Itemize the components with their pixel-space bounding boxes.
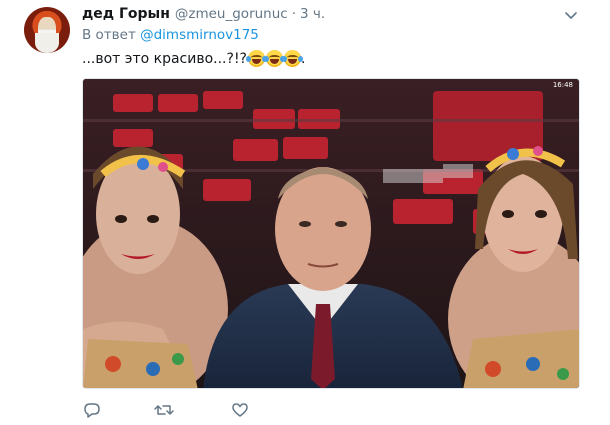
like-icon[interactable] <box>230 401 250 419</box>
tweet-actions <box>82 400 250 420</box>
photo-illustration <box>83 79 579 388</box>
retweet-icon[interactable] <box>154 401 174 419</box>
tweet-time[interactable]: 3 ч. <box>300 6 325 22</box>
chevron-down-icon[interactable] <box>563 8 579 22</box>
reply-icon[interactable] <box>82 401 102 419</box>
status-time: 16:48 <box>552 81 573 89</box>
avatar-beard <box>35 33 59 53</box>
reply-prefix: В ответ <box>82 27 136 43</box>
tweet-photo[interactable]: 16:48 <box>82 78 580 389</box>
face-with-tears-of-joy-icon <box>282 50 303 67</box>
face-with-tears-of-joy-icon <box>264 50 285 67</box>
avatar[interactable] <box>24 7 70 53</box>
separator-dot: · <box>291 6 297 22</box>
reply-context: В ответ @dimsmirnov175 <box>82 27 259 43</box>
tweet-body: ...вот это красиво...?!? <box>82 50 247 67</box>
tweet-header: дед Горын @zmeu_gorunuc · 3 ч. <box>82 6 325 24</box>
author-handle[interactable]: @zmeu_gorunuc <box>175 6 288 22</box>
author-name[interactable]: дед Горын <box>82 6 170 22</box>
reply-to-link[interactable]: @dimsmirnov175 <box>140 27 259 43</box>
tweet-text: ...вот это красиво...?!? . <box>82 50 305 67</box>
face-with-tears-of-joy-icon <box>246 50 267 67</box>
phone-status-bar: 16:48 <box>553 81 573 89</box>
